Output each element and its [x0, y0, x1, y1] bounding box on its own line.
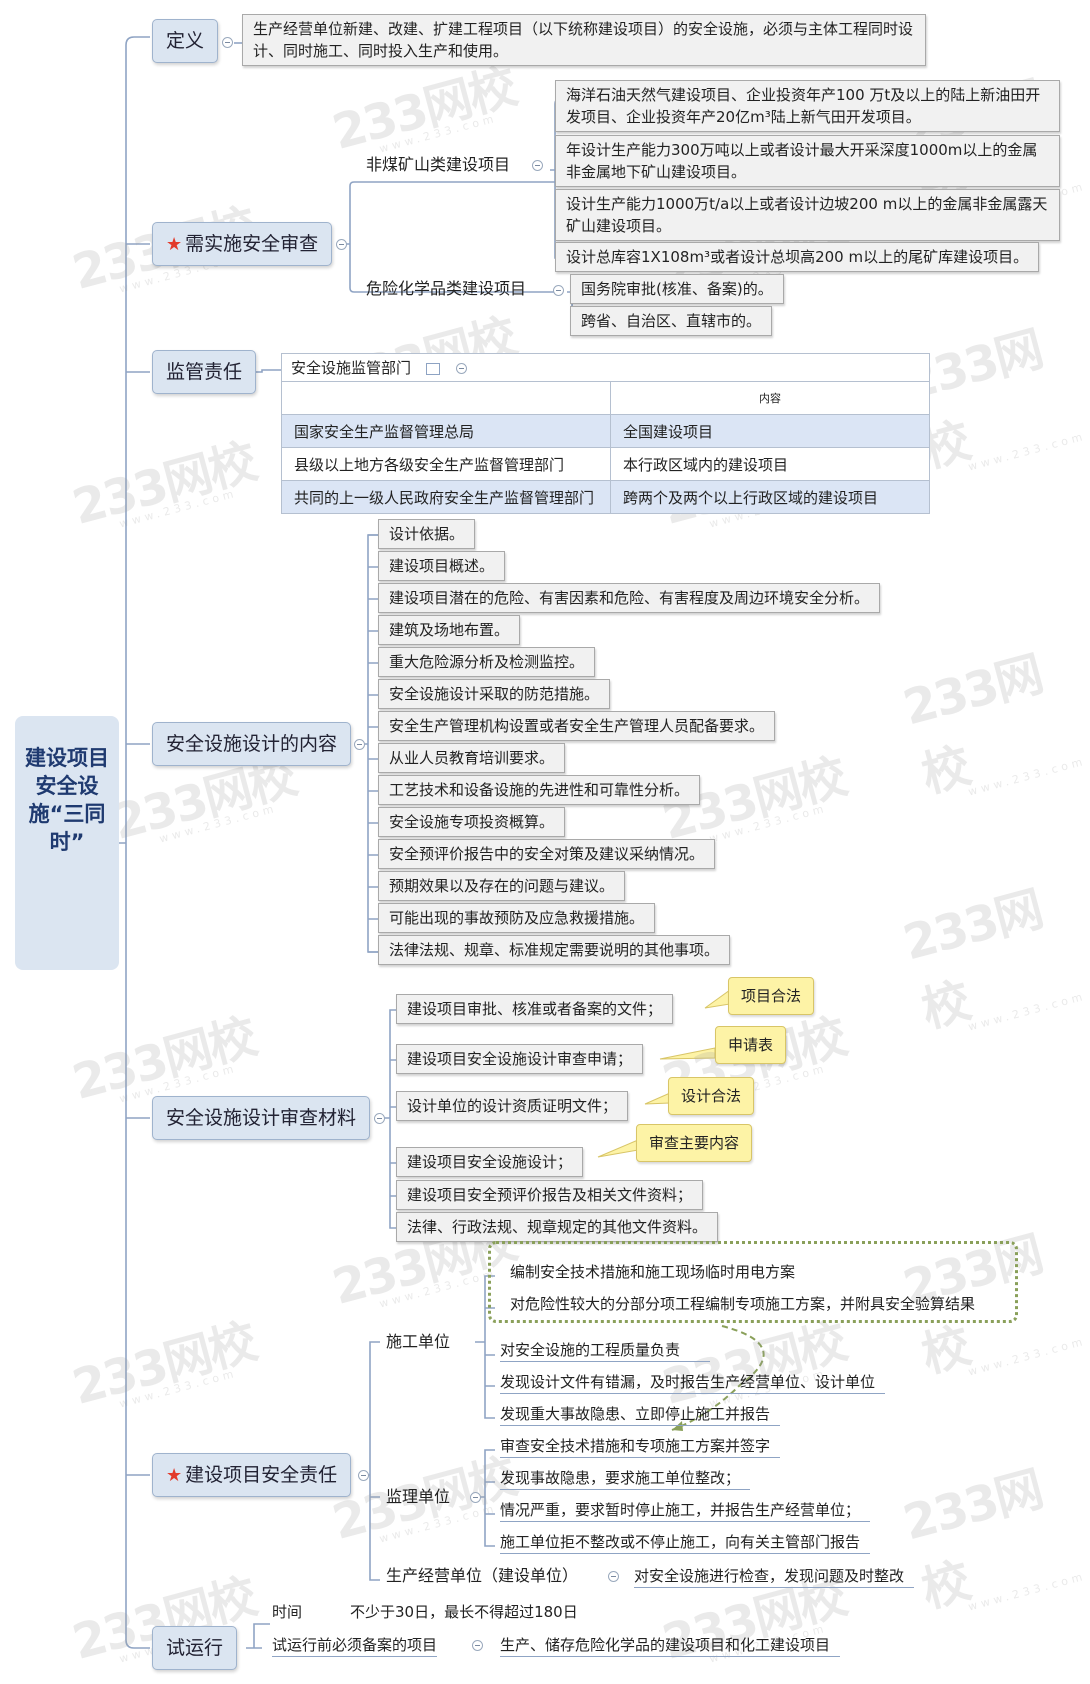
construction-item: 编制安全技术措施和施工现场临时用电方案	[510, 1263, 796, 1281]
collapse-toggle[interactable]	[456, 363, 467, 374]
supervisor-item: 施工单位拒不整改或不停止施工，向有关主管部门报告	[500, 1531, 871, 1554]
construction-item: 发现重大事故隐患、立即停止施工并报告	[500, 1403, 781, 1426]
non-coal-item: 海洋石油天然气建设项目、企业投资年产100 万t及以上的陆上新油田开发项目、企业…	[555, 80, 1060, 132]
trial-filing-value: 生产、储存危险化学品的建设项目和化工建设项目	[500, 1634, 841, 1657]
collapse-toggle[interactable]	[222, 37, 233, 48]
supervision-table-title: 安全设施监管部门	[291, 359, 412, 377]
collapse-toggle[interactable]	[608, 1571, 619, 1582]
supervision-dept: 国家安全生产监督管理总局	[281, 414, 611, 448]
chemicals-item: 跨省、自治区、直辖市的。	[570, 306, 773, 336]
branch-design-content[interactable]: 安全设施设计的内容	[152, 722, 352, 766]
design-item: 设计依据。	[378, 519, 476, 549]
root-topic[interactable]: 建设项目安全设施“三同时”	[15, 716, 119, 970]
supervision-table-header: 内容	[610, 381, 930, 415]
branch-definition[interactable]: 定义	[152, 19, 219, 63]
construction-item: 发现设计文件有错漏，及时报告生产经营单位、设计单位	[500, 1371, 886, 1394]
branch-review-materials[interactable]: 安全设施设计审查材料	[152, 1096, 371, 1140]
material-item: 建设项目安全设施设计；	[396, 1147, 584, 1177]
branch-safety-review-label: 需实施安全审查	[185, 233, 319, 255]
collapse-toggle[interactable]	[358, 1470, 369, 1481]
collapse-toggle[interactable]	[354, 739, 365, 750]
trial-time-value: 不少于30日，最长不得超过180日	[350, 1603, 578, 1621]
star-icon: ★	[166, 234, 183, 255]
branch-project-responsibility[interactable]: ★ 建设项目安全责任	[152, 1453, 352, 1497]
callout-note[interactable]: 审查主要内容	[636, 1124, 753, 1162]
design-item: 建设项目概述。	[378, 551, 506, 581]
collapse-toggle[interactable]	[374, 1113, 385, 1124]
collapse-toggle[interactable]	[553, 285, 564, 296]
supervision-dept: 县级以上地方各级安全生产监督管理部门	[281, 447, 611, 481]
trial-filing-label: 试运行前必须备案的项目	[272, 1634, 438, 1657]
supervisor-unit[interactable]: 监理单位	[386, 1486, 450, 1508]
design-item: 从业人员教育培训要求。	[378, 743, 566, 773]
design-item: 工艺技术和设备设施的先进性和可靠性分析。	[378, 775, 701, 805]
design-item: 预期效果以及存在的问题与建议。	[378, 871, 626, 901]
callout-note[interactable]: 项目合法	[728, 977, 815, 1015]
design-item: 建筑及场地布置。	[378, 615, 521, 645]
supervisor-item: 审查安全技术措施和专项施工方案并签字	[500, 1435, 781, 1458]
design-item: 安全生产管理机构设置或者安全生产管理人员配备要求。	[378, 711, 776, 741]
collapse-toggle[interactable]	[532, 160, 543, 171]
supervision-table: 内容 国家安全生产监督管理总局 全国建设项目 县级以上地方各级安全生产监督管理部门…	[281, 381, 930, 514]
design-item: 安全预评价报告中的安全对策及建议采纳情况。	[378, 839, 716, 869]
chemicals-item: 国务院审批(核准、备案)的。	[570, 274, 784, 304]
definition-text: 生产经营单位新建、改建、扩建工程项目（以下统称建设项目）的安全设施，必须与主体工…	[242, 14, 926, 66]
supervisor-item: 发现事故隐患，要求施工单位整改；	[500, 1467, 751, 1490]
material-item: 建设项目审批、核准或者备案的文件；	[396, 994, 674, 1024]
design-item: 法律法规、规章、标准规定需要说明的其他事项。	[378, 935, 731, 965]
branch-trial-run[interactable]: 试运行	[152, 1626, 238, 1670]
design-item: 重大危险源分析及检测监控。	[378, 647, 596, 677]
material-item: 设计单位的设计资质证明文件；	[396, 1091, 629, 1121]
branch-supervision[interactable]: 监管责任	[152, 350, 257, 394]
table-icon[interactable]	[426, 363, 440, 375]
design-item: 建设项目潜在的危险、有害因素和危险、有害程度及周边环境安全分析。	[378, 583, 881, 613]
collapse-toggle[interactable]	[336, 239, 347, 250]
non-coal-item: 设计总库容1X108m³或者设计总坝高200 m以上的尾矿库建设项目。	[555, 242, 1040, 272]
supervision-scope: 全国建设项目	[610, 414, 930, 448]
collapse-toggle[interactable]	[472, 1640, 483, 1651]
material-item: 法律、行政法规、规章规定的其他文件资料。	[396, 1212, 719, 1242]
design-item: 安全设施专项投资概算。	[378, 807, 566, 837]
callout-note[interactable]: 设计合法	[668, 1077, 755, 1115]
owner-item: 对安全设施进行检查，发现问题及时整改	[634, 1565, 915, 1588]
trial-time-label: 时间	[272, 1603, 303, 1621]
design-item: 安全设施设计采取的防范措施。	[378, 679, 611, 709]
collapse-toggle[interactable]	[470, 1492, 481, 1503]
hazardous-chemicals-projects[interactable]: 危险化学品类建设项目	[366, 278, 526, 300]
construction-item: 对危险性较大的分部分项工程编制专项施工方案，并附具安全验算结果	[510, 1295, 976, 1313]
supervisor-item: 情况严重，要求暂时停止施工，并报告生产经营单位；	[500, 1499, 871, 1522]
non-coal-item: 年设计生产能力300万吨以上或者设计最大开采深度1000m以上的金属非金属地下矿…	[555, 135, 1060, 187]
non-coal-mine-projects[interactable]: 非煤矿山类建设项目	[366, 154, 510, 176]
construction-item: 对安全设施的工程质量负责	[500, 1339, 711, 1362]
branch-project-responsibility-label: 建设项目安全责任	[185, 1464, 338, 1486]
branch-safety-review[interactable]: ★ 需实施安全审查	[152, 222, 333, 266]
owner-unit[interactable]: 生产经营单位（建设单位）	[386, 1565, 578, 1587]
callout-note[interactable]: 申请表	[715, 1026, 787, 1064]
supervision-scope: 本行政区域内的建设项目	[610, 447, 930, 481]
material-item: 建设项目安全设施设计审查申请；	[396, 1044, 644, 1074]
star-icon: ★	[166, 1465, 183, 1486]
construction-unit[interactable]: 施工单位	[386, 1331, 450, 1353]
non-coal-item: 设计生产能力1000万t/a以上或者设计边坡200 m以上的金属非金属露天矿山建…	[555, 189, 1060, 241]
supervision-scope: 跨两个及两个以上行政区域的建设项目	[610, 480, 930, 514]
material-item: 建设项目安全预评价报告及相关文件资料；	[396, 1180, 704, 1210]
design-item: 可能出现的事故预防及应急救援措施。	[378, 903, 656, 933]
supervision-dept: 共同的上一级人民政府安全生产监督管理部门	[281, 480, 611, 514]
